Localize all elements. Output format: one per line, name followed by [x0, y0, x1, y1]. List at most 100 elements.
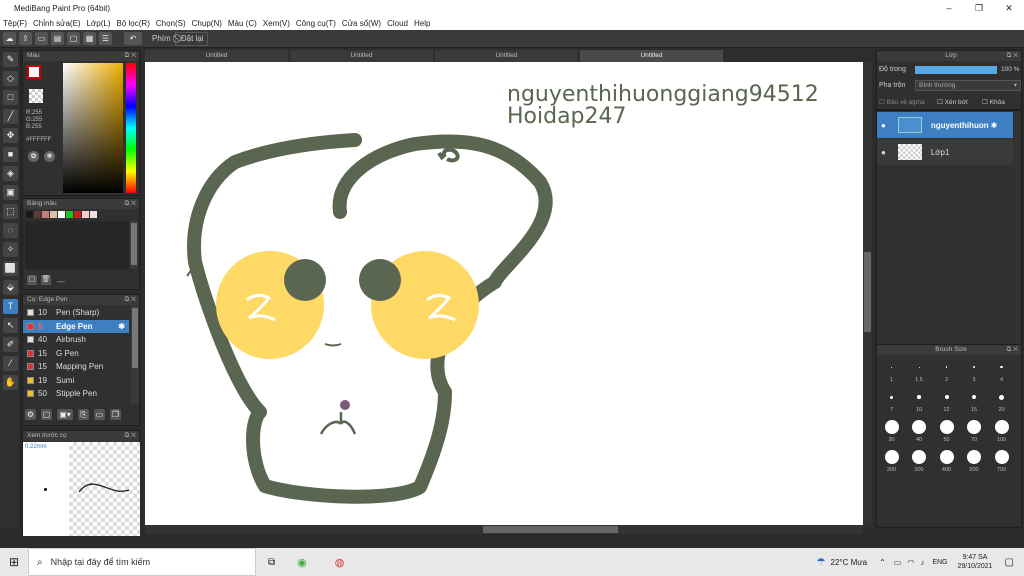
palette-scrollbar[interactable]: [130, 221, 138, 269]
weather-text[interactable]: 22°C Mưa: [831, 558, 868, 567]
brush-size-option[interactable]: 400: [934, 449, 960, 473]
menu-help[interactable]: Help: [411, 19, 433, 28]
color-wheel-icon[interactable]: ✿: [28, 151, 39, 162]
hue-slider[interactable]: [126, 63, 136, 193]
undo-icon[interactable]: ↶: [124, 32, 142, 45]
menu-view[interactable]: Xem(V): [260, 19, 293, 28]
hand-tool-icon[interactable]: ✋: [3, 375, 18, 390]
volume-icon[interactable]: ♪: [920, 558, 924, 567]
eyedropper-tool-icon[interactable]: ⁄: [3, 356, 18, 371]
brush-size-option[interactable]: 700: [989, 449, 1015, 473]
clock[interactable]: 9:47 SA 29/10/2021: [958, 553, 993, 571]
visibility-icon[interactable]: ●: [881, 148, 886, 157]
share-icon[interactable]: ⇪: [19, 32, 32, 45]
brush-size-option[interactable]: 1.5: [906, 359, 932, 383]
document-icon[interactable]: ▤: [51, 32, 64, 45]
blend-select[interactable]: Bình thường ▾: [915, 80, 1021, 91]
palette-add-icon[interactable]: ▢: [27, 275, 37, 285]
divide-tool-icon[interactable]: ✐: [3, 337, 18, 352]
color-mix-icon[interactable]: ❀: [44, 151, 55, 162]
brush-size-option[interactable]: 15: [961, 389, 987, 413]
magic-wand-tool-icon[interactable]: ✧: [3, 242, 18, 257]
app-icon-1[interactable]: ◉: [297, 556, 307, 569]
brush-size-option[interactable]: 100: [989, 419, 1015, 443]
canvas-vscrollbar[interactable]: [863, 62, 872, 525]
page-icon[interactable]: ▢: [67, 32, 80, 45]
brush-size-option[interactable]: 12: [934, 389, 960, 413]
comment-icon[interactable]: ▭: [35, 32, 48, 45]
menu-cloud[interactable]: Cloud: [384, 19, 411, 28]
reset-button[interactable]: ⃠ Đặt lại: [174, 31, 208, 46]
palette-swatch[interactable]: [26, 211, 33, 218]
brush-row[interactable]: 5 Edge Pen ✱: [23, 319, 129, 333]
brush-size-option[interactable]: 300: [906, 449, 932, 473]
taskbar-search[interactable]: ⌕ Nhập tại đây để tìm kiếm: [28, 548, 256, 576]
menu-color[interactable]: Màu (C): [225, 19, 260, 28]
windows-start-icon[interactable]: ⊞: [0, 555, 28, 569]
brush-row[interactable]: 15 G Pen: [23, 347, 129, 361]
move-tool-icon[interactable]: ✥: [3, 128, 18, 143]
menu-tools[interactable]: Công cụ(T): [293, 19, 339, 28]
brush-size-option[interactable]: 70: [961, 419, 987, 443]
dot-tool-icon[interactable]: ╱: [3, 109, 18, 124]
layer-row-1[interactable]: ● nguyenthihuon ✱: [877, 112, 1013, 138]
layer-row-2[interactable]: ● Lớp1: [877, 139, 1013, 165]
brush-duplicate-icon[interactable]: ❐: [110, 409, 121, 420]
maximize-button[interactable]: ❐: [964, 3, 994, 14]
shape-tool-icon[interactable]: □: [3, 90, 18, 105]
eraser-tool-icon[interactable]: ◇: [3, 71, 18, 86]
language-indicator[interactable]: ENG: [932, 559, 947, 566]
protect-alpha-checkbox[interactable]: ☐ Bảo vệ alpha: [879, 98, 925, 106]
brush-size-option[interactable]: 500: [961, 449, 987, 473]
canvas-hscrollbar[interactable]: [145, 525, 863, 534]
notification-icon[interactable]: ▢: [1005, 557, 1014, 568]
network-icon[interactable]: ▭: [894, 558, 902, 567]
menu-select[interactable]: Chọn(S): [153, 19, 189, 28]
minimize-button[interactable]: –: [934, 3, 964, 14]
palette-swatch[interactable]: [66, 211, 73, 218]
brush-row[interactable]: 10 Pen (Sharp): [23, 306, 129, 320]
brush-size-option[interactable]: 2: [934, 359, 960, 383]
gradient-tool-icon[interactable]: ▣: [3, 185, 18, 200]
clip-checkbox[interactable]: ☐ Xén bớt: [937, 98, 968, 106]
task-view-icon[interactable]: ⧉: [268, 557, 275, 568]
operation-tool-icon[interactable]: ↖: [3, 318, 18, 333]
brush-size-option[interactable]: 1: [879, 359, 905, 383]
brush-row[interactable]: 2Pen: [23, 401, 129, 404]
brush-size-option[interactable]: 4: [989, 359, 1015, 383]
menu-layer[interactable]: Lớp(L): [84, 19, 114, 28]
brush-size-option[interactable]: 50: [934, 419, 960, 443]
gear-icon[interactable]: ✱: [118, 322, 125, 331]
brush-row[interactable]: 40 Airbrush: [23, 333, 129, 347]
palette-swatch[interactable]: [50, 211, 57, 218]
fill-rect-tool-icon[interactable]: ■: [3, 147, 18, 162]
brush-row[interactable]: 15 Mapping Pen: [23, 360, 129, 374]
palette-swatch[interactable]: [58, 211, 65, 218]
brush-tool-icon[interactable]: ✎: [3, 52, 18, 67]
doc-tab-4[interactable]: Untitled: [580, 50, 723, 62]
palette-delete-icon[interactable]: 🗑: [41, 275, 51, 285]
brush-row[interactable]: 19 Sumi: [23, 374, 129, 388]
doc-tab-1[interactable]: Untitled: [145, 50, 288, 62]
brush-add-icon[interactable]: ▣▾: [57, 409, 73, 420]
layer-scrollbar[interactable]: [1015, 112, 1021, 362]
brush-folder-icon[interactable]: ▭: [94, 409, 105, 420]
brush-new-icon[interactable]: ▢: [41, 409, 52, 420]
menu-snap[interactable]: Chụp(N): [189, 19, 225, 28]
palette-swatch[interactable]: [42, 211, 49, 218]
wifi-icon[interactable]: ◠: [907, 558, 914, 567]
doc-tab-3[interactable]: Untitled: [435, 50, 578, 62]
brush-size-option[interactable]: 7: [879, 389, 905, 413]
brush-size-option[interactable]: 20: [989, 389, 1015, 413]
select-tool-icon[interactable]: ⬚: [3, 204, 18, 219]
tray-chevron-icon[interactable]: ⌃: [879, 558, 886, 567]
panel-close-icon[interactable]: ⧉ ✕: [125, 431, 136, 441]
cloud-icon[interactable]: ☁: [3, 32, 16, 45]
brush-row[interactable]: 50 Stipple Pen: [23, 387, 129, 401]
grid-icon[interactable]: ▦: [83, 32, 96, 45]
doc-tab-2[interactable]: Untitled: [290, 50, 433, 62]
palette-swatch[interactable]: [74, 211, 81, 218]
palette-swatch[interactable]: [34, 211, 41, 218]
lasso-tool-icon[interactable]: ◌: [3, 223, 18, 238]
opacity-slider[interactable]: [915, 66, 997, 74]
